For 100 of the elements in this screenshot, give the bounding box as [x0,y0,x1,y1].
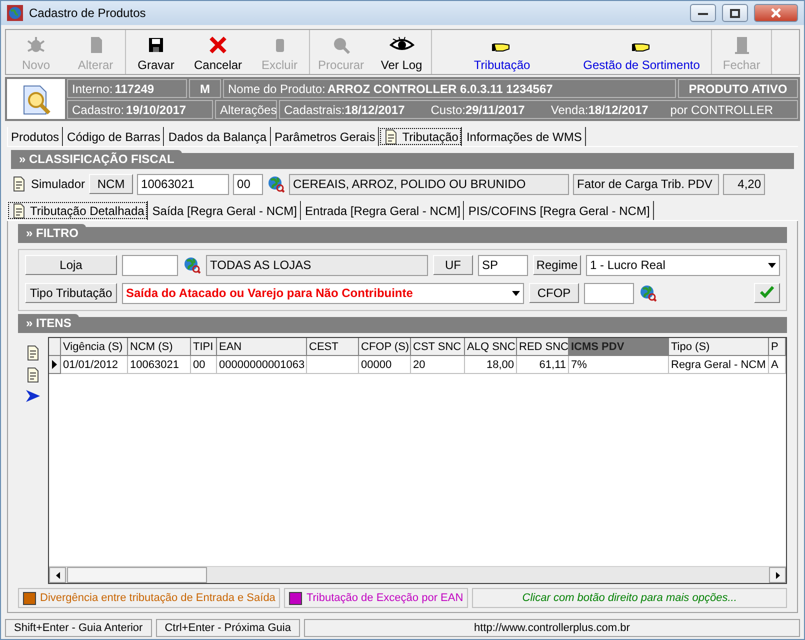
table-cell: 20 [411,356,465,374]
tax-type-dropdown[interactable]: Saída do Atacado ou Varejo para Não Contribuinte [122,282,524,304]
minimize-icon [698,11,708,15]
column-header[interactable]: Vigência (S) [61,338,128,356]
tab[interactable]: Entrada [Regra Geral - NCM] [301,201,464,220]
changes-label: Alterações [215,100,277,119]
dropdown-caret-icon [512,290,520,296]
checkmark-icon [759,284,775,300]
table-cell: 00000 [359,356,411,374]
status-panel: http://www.controllerplus.com.br [304,619,800,637]
maximize-icon [730,8,740,18]
tab[interactable]: Informações de WMS [462,127,586,146]
tab[interactable]: Produtos [7,127,64,146]
ncm-field[interactable]: 10063021 [137,174,230,194]
tax-type-button[interactable]: Tipo Tributação [25,283,117,303]
column-header[interactable]: CST SNC [411,338,465,356]
minimize-button[interactable] [690,4,716,22]
copy-document-icon[interactable] [25,367,41,383]
store-button[interactable]: Loja [25,255,117,275]
product-status: PRODUTO ATIVO [678,79,798,98]
column-header[interactable]: P [769,338,786,356]
grid-corner [49,338,61,356]
table-cell: 00000000001063 [217,356,307,374]
ncm-ex-field[interactable]: 00 [233,174,264,194]
save-icon [146,35,166,55]
column-header[interactable]: CEST [307,338,359,356]
toolbar-button[interactable]: Cancelar [186,30,250,74]
row-indicator[interactable] [49,356,61,374]
table-cell: Regra Geral - NCM [669,356,769,374]
ncm-description-field: CEREAIS, ARROZ, POLIDO OU BRUNIDO [289,174,570,194]
confirm-button[interactable] [754,283,780,303]
new-document-icon[interactable] [25,345,41,361]
tab[interactable]: PIS/COFINS [Regra Geral - NCM] [464,201,654,220]
cost-change-date: Custo:29/11/2017 [430,102,525,116]
sale-change-date: Venda:18/12/2017 [550,102,648,116]
column-header[interactable]: NCM (S) [128,338,191,356]
table-cell: 01/01/2012 [61,356,128,374]
ncm-button[interactable]: NCM [89,174,134,194]
table-cell: 18,00 [465,356,517,374]
status-panel: Ctrl+Enter - Próxima Guia [156,619,300,637]
globe-search-icon[interactable] [183,256,201,274]
legend-label: Divergência entre tributação de Entrada e Saída [40,592,276,604]
load-factor-label: Fator de Carga Trib. PDV [573,174,720,194]
tab[interactable]: Código de Barras [63,127,164,146]
table-cell: 61,11 [517,356,569,374]
cancel-icon [208,35,228,55]
document-icon[interactable] [11,202,27,218]
tab[interactable]: Tributação Detalhada [7,201,148,220]
toolbar-button[interactable]: Gestão de Sortimento [572,30,712,74]
simulator-icon[interactable] [11,176,27,192]
table-cell [307,356,359,374]
globe-search-icon[interactable] [639,284,657,302]
column-header[interactable]: ALQ SNC [465,338,517,356]
table-cell: 7% [569,356,669,374]
regime-button[interactable]: Regime [533,255,581,275]
app-globe-icon [7,5,23,21]
column-header[interactable]: TIPI [191,338,217,356]
tab[interactable]: Dados da Balança [164,127,270,146]
scroll-left-icon[interactable] [49,567,66,583]
toolbar-button[interactable]: Tributação [432,30,572,74]
state-button[interactable]: UF [433,255,473,275]
internal-code: Interno: 117249 [67,79,187,98]
tab[interactable]: Saída [Regra Geral - NCM] [148,201,302,220]
state-field[interactable]: SP [478,254,528,276]
arrow-icon[interactable] [25,389,41,403]
cfop-button[interactable]: CFOP [529,283,579,303]
section-title: » CLASSIFICAÇÃO FISCAL [11,150,182,168]
close-button[interactable] [754,4,798,22]
column-header[interactable]: Tipo (S) [669,338,769,356]
column-header[interactable]: RED SNC [517,338,569,356]
bug-icon [26,35,46,55]
changed-by: por CONTROLLER [670,102,773,116]
registration-change-date: Cadastrais:18/12/2017 [284,102,405,116]
store-description-field: TODAS AS LOJAS [206,254,428,276]
table-cell: 10063021 [128,356,191,374]
scroll-right-icon[interactable] [769,567,786,583]
window-title: Cadastro de Produtos [29,6,147,20]
column-header[interactable]: CFOP (S) [359,338,411,356]
regime-dropdown[interactable]: 1 - Lucro Real [586,254,780,276]
table-cell: A [769,356,786,374]
toolbar-button[interactable]: Gravar [126,30,186,74]
document-icon[interactable] [383,128,400,144]
column-header[interactable]: EAN [217,338,307,356]
column-header[interactable]: ICMS PDV [569,338,669,356]
simulator-label: Simulador [31,177,86,191]
tab[interactable]: Tributação [379,127,462,146]
globe-search-icon[interactable] [267,175,286,193]
legend-label: Tributação de Exceção por EAN [306,592,464,604]
hint-text: Clicar com botão direito para mais opções... [472,588,787,608]
product-flag: M [189,79,221,98]
row-pointer-icon [52,360,57,369]
product-search-icon [7,79,65,119]
store-field[interactable] [122,254,178,276]
table-cell: 00 [191,356,217,374]
registration-date: Cadastro: 19/10/2017 [67,100,213,119]
scroll-thumb[interactable] [67,567,207,583]
cfop-field[interactable] [584,282,634,304]
maximize-button[interactable] [722,4,748,22]
toolbar-button[interactable]: Ver Log [372,30,432,74]
status-panel: Shift+Enter - Guia Anterior [5,619,152,637]
